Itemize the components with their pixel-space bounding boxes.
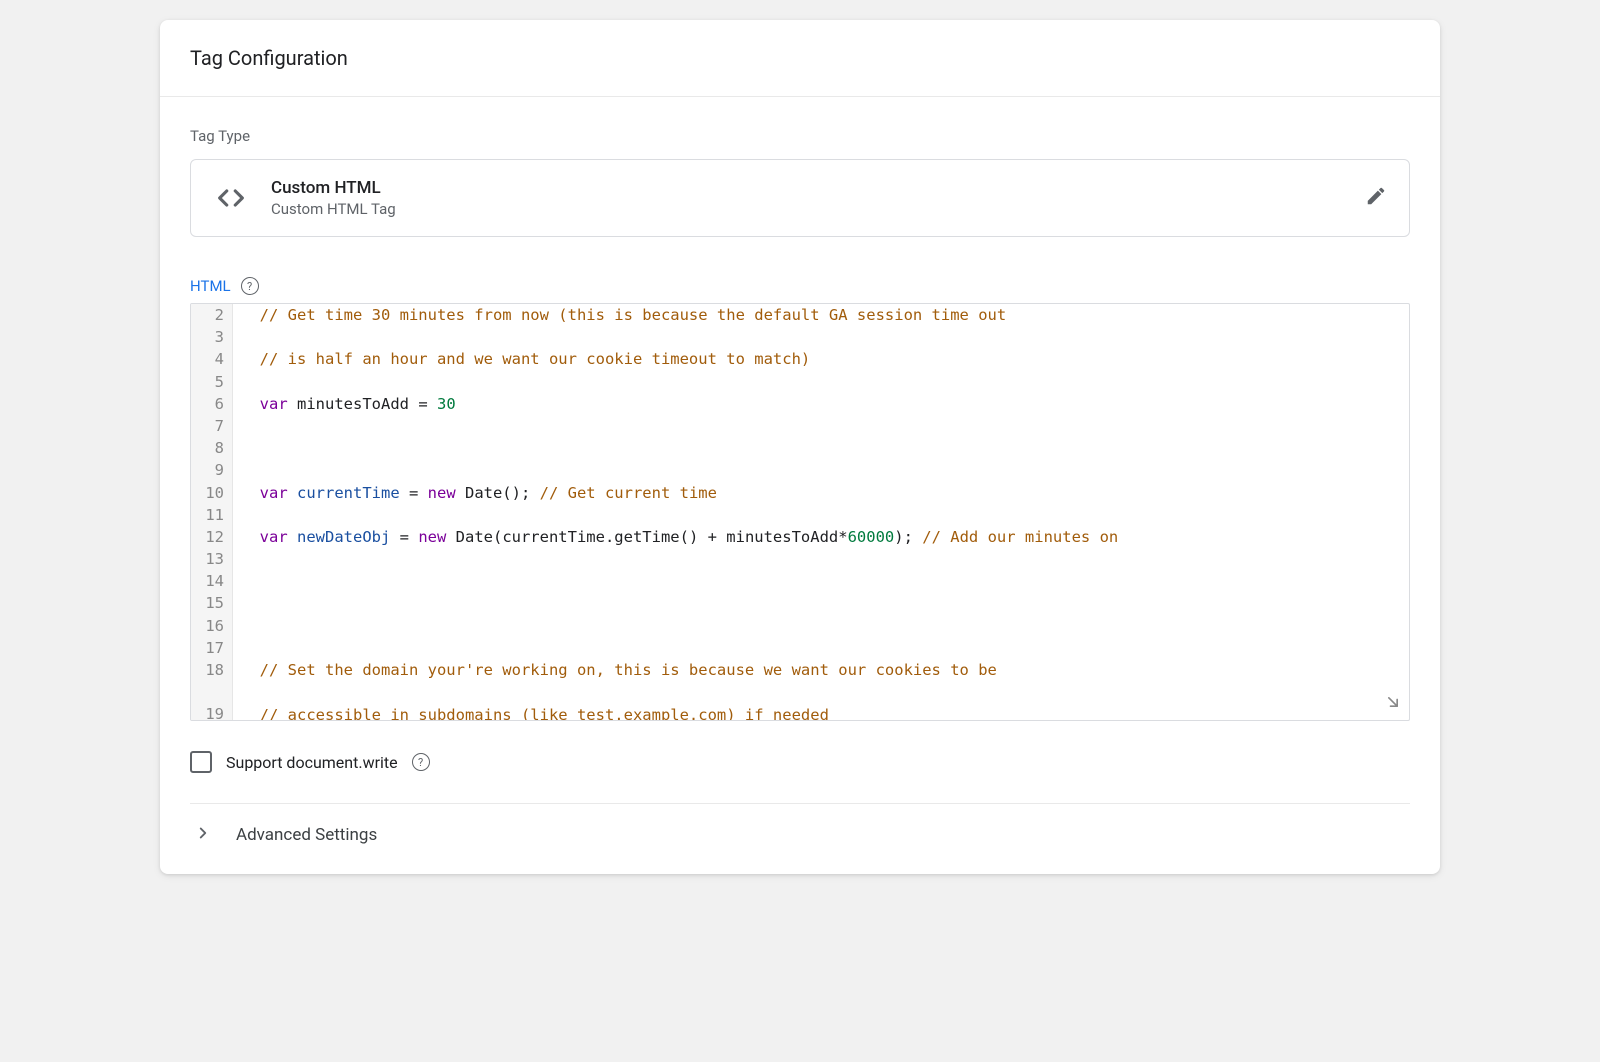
help-icon[interactable]: ? <box>241 277 259 295</box>
tag-type-info: Custom HTML Custom HTML Tag <box>213 178 396 218</box>
advanced-settings-toggle[interactable]: Advanced Settings <box>190 804 1410 874</box>
code-line[interactable] <box>241 570 1401 592</box>
tag-config-card: Tag Configuration Tag Type Custom HTML C… <box>160 20 1440 874</box>
support-document-write-label: Support document.write <box>226 753 398 772</box>
tag-type-selector[interactable]: Custom HTML Custom HTML Tag <box>190 159 1410 237</box>
code-line[interactable]: // accessible in subdomains (like test.e… <box>241 704 1401 720</box>
support-document-write-checkbox[interactable] <box>190 751 212 773</box>
line-gutter: 2345678910111213141516171819 <box>191 304 233 720</box>
code-line[interactable]: // Get time 30 minutes from now (this is… <box>241 304 1401 326</box>
support-document-write-row: Support document.write ? <box>190 721 1410 803</box>
code-content[interactable]: // Get time 30 minutes from now (this is… <box>233 304 1409 720</box>
edit-icon[interactable] <box>1365 185 1387 211</box>
html-section-label: HTML <box>190 277 231 295</box>
tag-type-label: Tag Type <box>190 127 1410 145</box>
code-line[interactable]: // is half an hour and we want our cooki… <box>241 348 1401 370</box>
code-line[interactable]: var newDateObj = new Date(currentTime.ge… <box>241 526 1401 548</box>
tag-type-texts: Custom HTML Custom HTML Tag <box>271 178 396 218</box>
tag-type-title: Custom HTML <box>271 178 396 198</box>
help-icon[interactable]: ? <box>412 753 430 771</box>
advanced-settings-label: Advanced Settings <box>236 825 377 845</box>
resize-handle-icon[interactable] <box>1383 692 1403 716</box>
html-label-row: HTML ? <box>190 277 1410 295</box>
tag-type-subtitle: Custom HTML Tag <box>271 200 396 218</box>
card-header: Tag Configuration <box>160 20 1440 97</box>
code-line[interactable] <box>241 437 1401 459</box>
code-line[interactable] <box>241 615 1401 637</box>
page-title: Tag Configuration <box>190 46 1410 70</box>
code-line[interactable]: var currentTime = new Date(); // Get cur… <box>241 482 1401 504</box>
chevron-right-icon <box>194 824 212 846</box>
code-icon <box>213 180 249 216</box>
code-line[interactable]: // Set the domain your're working on, th… <box>241 659 1401 681</box>
code-line[interactable]: var minutesToAdd = 30 <box>241 393 1401 415</box>
card-body: Tag Type Custom HTML Custom HTML Tag <box>160 97 1440 874</box>
html-code-editor[interactable]: 2345678910111213141516171819 // Get time… <box>190 303 1410 721</box>
